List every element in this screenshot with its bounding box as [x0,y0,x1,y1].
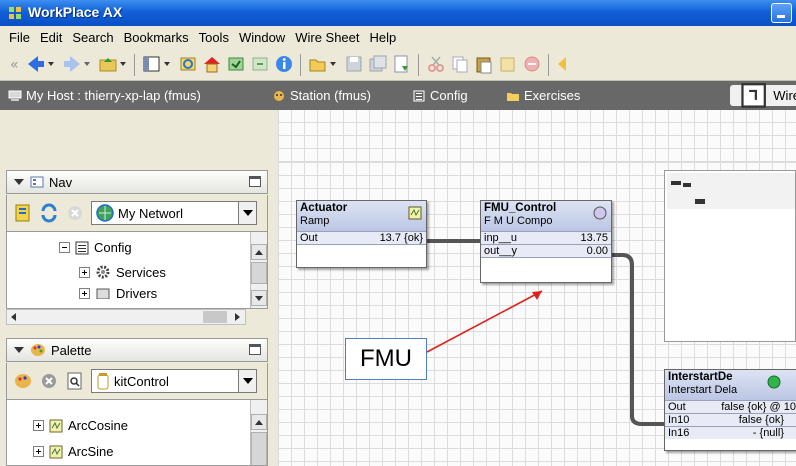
slot-name: In10 [668,414,690,426]
slot-input[interactable]: inp__u 13.75 [481,231,611,244]
ramp-icon [408,206,422,220]
status-circle-icon [593,206,607,220]
slot-value: 13.7 {ok} [379,232,423,244]
block-name: Actuator [300,202,348,214]
block-header: FMU_Control F M U Compo [481,201,611,231]
block-footer [297,244,426,257]
slot-value: 0.00 [586,245,608,257]
slot-output[interactable]: out__y 0.00 [481,244,611,257]
slot-out[interactable]: Out false {ok} @ 10 [665,400,796,413]
slot-name: Out [668,401,686,413]
wire-fmu-to-interstart [612,253,668,426]
slot-name: In16 [668,427,690,439]
fmu-callout: FMU [345,338,427,380]
slot-in10[interactable]: In10 false {ok} [665,413,796,426]
block-footer [481,257,611,270]
status-green-icon [767,375,781,389]
block-fmu-control[interactable]: FMU_Control F M U Compo inp__u 13.75 out… [480,200,612,283]
block-interstart-delay[interactable]: InterstartDe Interstart Dela Out false {… [664,369,796,451]
block-type: F M U Compo [484,215,553,227]
slot-value: false {ok} @ 10 [721,401,796,413]
slot-in16[interactable]: In16 - {null} [665,426,796,439]
slot-name: Out [300,232,318,244]
callout-arrow [426,290,543,353]
slot-name: out__y [484,245,518,257]
block-type: Ramp [300,215,330,227]
block-header: InterstartDe Interstart Dela [665,370,796,400]
block-name: FMU_Control [484,202,557,214]
slot-value: 13.75 [580,232,608,244]
slot-out[interactable]: Out 13.7 {ok} [297,231,426,244]
block-actuator[interactable]: Actuator Ramp Out 13.7 {ok} [296,200,427,268]
slot-name: inp__u [484,232,518,244]
slot-value: false {ok} [738,414,784,426]
slot-value: - {null} [752,427,784,439]
block-header: Actuator Ramp [297,201,426,231]
